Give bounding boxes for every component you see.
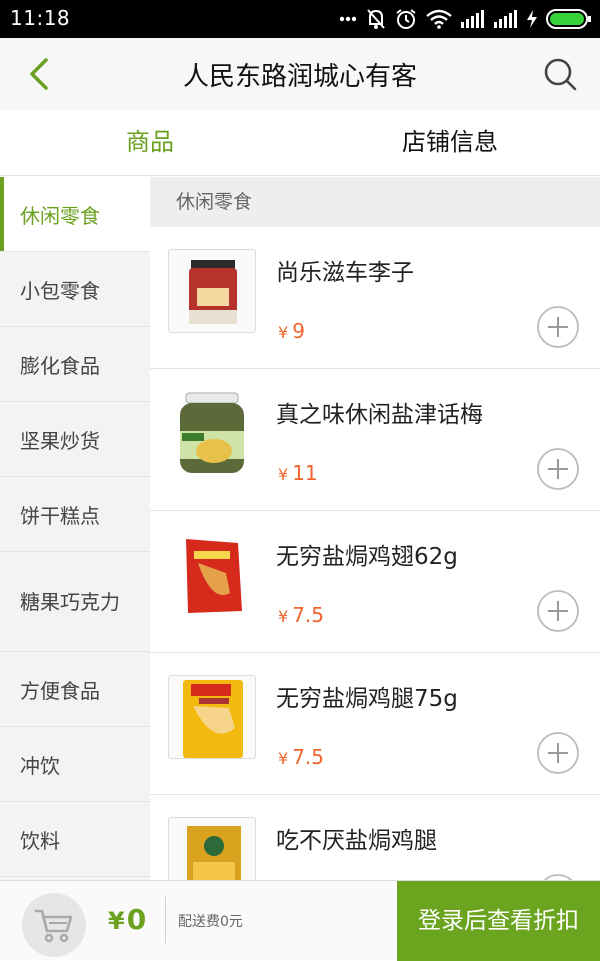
- category-sidebar: 休闲零食 小包零食 膨化食品 坚果炒货 饼干糕点 糖果巧克力 方便食品 冲饮 饮…: [0, 177, 150, 880]
- product-name: 尚乐滋车李子: [276, 260, 414, 286]
- product-item[interactable]: 尚乐滋车李子 ¥9: [150, 227, 600, 369]
- sidebar-item-puffed-food[interactable]: 膨化食品: [0, 327, 150, 402]
- add-to-cart-icon[interactable]: [536, 731, 580, 775]
- signal-icon: [461, 10, 485, 28]
- chevron-left-icon[interactable]: [22, 54, 62, 94]
- charging-icon: [527, 10, 537, 28]
- status-icons: [339, 6, 592, 32]
- section-title: 休闲零食: [150, 177, 600, 227]
- wifi-icon: [426, 9, 452, 29]
- status-time: 11:18: [10, 6, 71, 30]
- sidebar-item-small-snacks[interactable]: 小包零食: [0, 252, 150, 327]
- product-price: ¥11: [278, 461, 318, 485]
- add-to-cart-icon[interactable]: [536, 589, 580, 633]
- product-image: [168, 249, 256, 333]
- divider: [165, 897, 166, 943]
- tab-bar: 商品 店铺信息: [0, 110, 600, 176]
- product-price: ¥7.5: [278, 603, 324, 627]
- product-image: [168, 533, 256, 617]
- sidebar-item-drinks-mix[interactable]: 冲饮: [0, 727, 150, 802]
- add-to-cart-icon[interactable]: [536, 447, 580, 491]
- sidebar-item-instant-food[interactable]: 方便食品: [0, 652, 150, 727]
- product-item[interactable]: 吃不厌盐焗鸡腿: [150, 795, 600, 880]
- sidebar-item-candy-chocolate[interactable]: 糖果巧克力: [0, 552, 150, 652]
- bottom-bar: ¥0 配送费0元 登录后查看折扣: [0, 880, 600, 961]
- product-item[interactable]: 无穷盐焗鸡翅62g ¥7.5: [150, 511, 600, 653]
- product-list: 休闲零食 尚乐滋车李子 ¥9 真之味休闲盐津话梅 ¥11 无穷盐焗鸡翅62g ¥…: [150, 177, 600, 880]
- delivery-fee: 配送费0元: [178, 914, 243, 930]
- alarm-icon: [395, 8, 417, 30]
- cart-total: ¥0: [108, 903, 147, 936]
- sidebar-item-biscuits[interactable]: 饼干糕点: [0, 477, 150, 552]
- product-image: [168, 817, 256, 880]
- login-to-view-discount-button[interactable]: 登录后查看折扣: [397, 881, 600, 961]
- tab-shop-info[interactable]: 店铺信息: [300, 110, 600, 176]
- product-item[interactable]: 无穷盐焗鸡腿75g ¥7.5: [150, 653, 600, 795]
- product-name: 真之味休闲盐津话梅: [276, 402, 483, 428]
- add-to-cart-icon[interactable]: [536, 873, 580, 880]
- status-bar: 11:18: [0, 0, 600, 38]
- product-name: 无穷盐焗鸡翅62g: [276, 544, 458, 570]
- battery-icon: [546, 9, 592, 29]
- product-name: 无穷盐焗鸡腿75g: [276, 686, 458, 712]
- mute-icon: [366, 8, 386, 30]
- product-price: ¥9: [278, 319, 305, 343]
- product-name: 吃不厌盐焗鸡腿: [276, 828, 437, 854]
- sidebar-item-beverages[interactable]: 饮料: [0, 802, 150, 877]
- product-item[interactable]: 真之味休闲盐津话梅 ¥11: [150, 369, 600, 511]
- signal-icon: [494, 10, 518, 28]
- more-icon: [339, 16, 357, 22]
- product-price: ¥7.5: [278, 745, 324, 769]
- search-icon[interactable]: [540, 54, 580, 94]
- header: 人民东路润城心有客: [0, 38, 600, 110]
- page-title: 人民东路润城心有客: [182, 62, 417, 92]
- sidebar-item-snacks[interactable]: 休闲零食: [0, 177, 150, 252]
- add-to-cart-icon[interactable]: [536, 305, 580, 349]
- product-image: [168, 675, 256, 759]
- tab-goods[interactable]: 商品: [0, 110, 300, 176]
- sidebar-item-nuts[interactable]: 坚果炒货: [0, 402, 150, 477]
- cart-icon[interactable]: [22, 893, 86, 957]
- product-image: [168, 391, 256, 475]
